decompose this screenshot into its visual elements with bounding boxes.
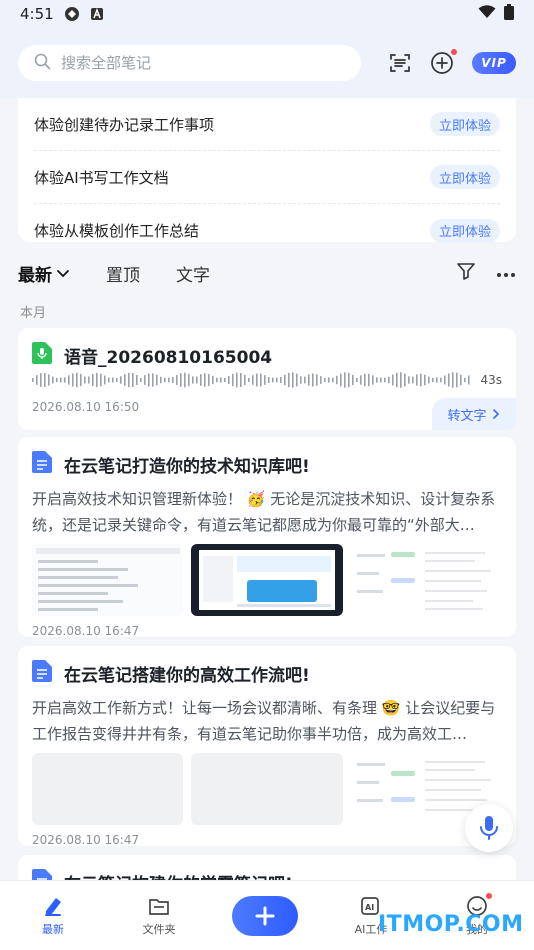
- experience-item[interactable]: 体验AI书写工作文档 立即体验: [34, 151, 500, 204]
- audio-waveform: [32, 372, 470, 388]
- note-thumbnail: [191, 753, 343, 825]
- nav-folders[interactable]: 文件夹: [106, 895, 212, 937]
- document-icon: [32, 660, 52, 687]
- tab-latest[interactable]: 最新: [18, 261, 70, 286]
- chevron-down-icon: [57, 270, 69, 278]
- plus-icon: [255, 906, 275, 925]
- note-thumbnail: [32, 753, 184, 825]
- note-title: 语音_20260810165004: [64, 348, 273, 368]
- search-icon: [34, 53, 51, 74]
- nav-latest[interactable]: 最新: [0, 895, 106, 937]
- tab-latest-label: 最新: [18, 265, 52, 286]
- experience-item[interactable]: 体验创建待办记录工作事项 立即体验: [34, 98, 500, 151]
- voice-note-card[interactable]: 语音_20260810165004 43s 2026.08.10 16:50 转…: [18, 328, 516, 430]
- plus-circle-icon: [431, 52, 453, 74]
- convert-label: 转文字: [447, 408, 487, 424]
- note-title: 在云笔记打造你的技术知识库吧!: [64, 457, 310, 477]
- audio-duration: 43s: [480, 373, 502, 387]
- microphone-icon: [480, 816, 498, 840]
- tab-text[interactable]: 文字: [176, 261, 210, 286]
- filter-button[interactable]: [456, 261, 476, 286]
- try-now-button[interactable]: 立即体验: [429, 218, 500, 243]
- note-title: 在云笔记搭建你的高效工作流吧!: [64, 666, 310, 686]
- nav-folders-label: 文件夹: [142, 922, 176, 936]
- note-snippet: 开启高效技术知识管理新体验！ 🥳 无论是沉淀技术知识、设计复杂系统，还是记录关键…: [32, 490, 496, 534]
- experience-card: 体验创建待办记录工作事项 立即体验 体验AI书写工作文档 立即体验 体验从模板创…: [18, 98, 516, 243]
- voice-file-icon: [32, 342, 52, 369]
- new-note-button[interactable]: [430, 49, 457, 75]
- vip-badge[interactable]: VIP: [472, 52, 516, 74]
- experience-label: 体验创建待办记录工作事项: [34, 115, 215, 134]
- experience-item[interactable]: 体验从模板创作工作总结 立即体验: [34, 204, 500, 257]
- chevron-right-icon: [492, 409, 499, 419]
- more-button[interactable]: [496, 263, 516, 283]
- battery-icon: [504, 4, 514, 24]
- note-thumbnail: [350, 544, 502, 616]
- scan-icon: [390, 54, 410, 72]
- tab-pinned[interactable]: 置顶: [106, 261, 140, 286]
- wifi-icon: [478, 5, 496, 23]
- filter-tabs: 最新 置顶 文字: [18, 258, 516, 288]
- search-bar[interactable]: [18, 45, 361, 81]
- note-thumbnail: [32, 544, 184, 616]
- try-now-button[interactable]: 立即体验: [429, 165, 500, 189]
- notification-dot: [451, 49, 457, 55]
- svg-text:AI: AI: [365, 903, 374, 912]
- note-card[interactable]: 在云笔记打造你的技术知识库吧! 开启高效技术知识管理新体验！ 🥳 无论是沉淀技术…: [18, 437, 516, 637]
- experience-label: 体验AI书写工作文档: [34, 168, 169, 187]
- voice-record-button[interactable]: [465, 804, 513, 852]
- latest-icon: [45, 897, 61, 916]
- experience-label: 体验从模板创作工作总结: [34, 222, 200, 240]
- note-date: 2026.08.10 16:47: [32, 624, 140, 637]
- more-icon: [497, 273, 515, 277]
- status-time: 4:51: [20, 5, 54, 23]
- font-notification-icon: [90, 7, 104, 21]
- search-input[interactable]: [61, 54, 321, 72]
- notification-dot: [486, 892, 492, 899]
- try-now-button[interactable]: 立即体验: [429, 112, 500, 136]
- convert-to-text-button[interactable]: 转文字: [432, 398, 516, 430]
- top-header: VIP: [0, 28, 534, 98]
- note-date: 2026.08.10 16:47: [32, 833, 140, 846]
- app-notification-icon: [64, 6, 80, 22]
- status-bar: 4:51: [0, 0, 534, 28]
- folder-icon: [149, 898, 169, 915]
- note-date: 2026.08.10 16:50: [32, 400, 140, 414]
- document-icon: [32, 451, 52, 478]
- month-label: 本月: [20, 306, 47, 321]
- watermark: ITMOP.COM: [378, 912, 524, 937]
- note-snippet: 开启高效工作新方式！让每一场会议都清晰、有条理 🤓 让会议纪要与工作报告变得井井…: [32, 699, 496, 743]
- create-button[interactable]: [232, 895, 298, 936]
- scan-button[interactable]: [388, 51, 412, 75]
- nav-latest-label: 最新: [42, 922, 64, 936]
- note-thumbnail: [191, 544, 343, 616]
- note-card[interactable]: 在云笔记搭建你的高效工作流吧! 开启高效工作新方式！让每一场会议都清晰、有条理 …: [18, 646, 516, 846]
- filter-icon: [457, 262, 475, 280]
